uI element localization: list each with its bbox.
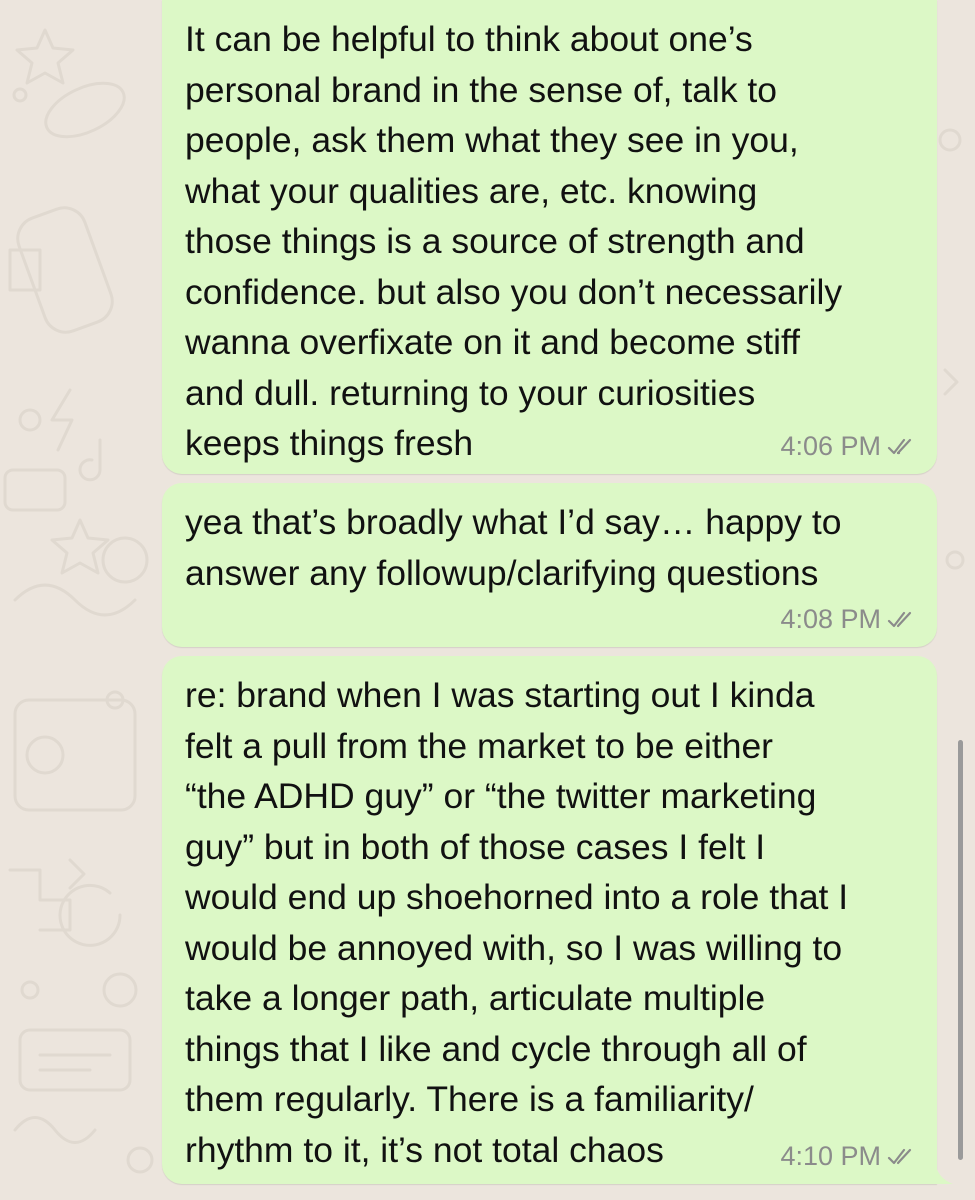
bubble-tail [935,1162,953,1184]
scrollbar[interactable] [958,740,963,1160]
message-list[interactable]: It can be helpful to think about one’s p… [0,0,975,1200]
outgoing-message-bubble[interactable]: yea that’s broadly what I’d say… happy t… [162,483,937,647]
double-check-icon [887,1147,917,1167]
message-timestamp: 4:06 PM [780,431,881,461]
double-check-icon [887,610,917,630]
message-meta: 4:06 PM [780,431,917,462]
message-text: It can be helpful to think about one’s p… [185,19,843,463]
message-text: yea that’s broadly what I’d say… happy t… [185,502,842,593]
double-check-icon [887,437,917,457]
message-text: re: brand when I was starting out I kind… [185,675,849,1170]
outgoing-message-bubble[interactable]: re: brand when I was starting out I kind… [162,656,953,1184]
message-meta: 4:08 PM [780,604,917,635]
message-timestamp: 4:10 PM [780,1141,881,1171]
message-meta: 4:10 PM [780,1141,917,1172]
outgoing-message-bubble[interactable]: It can be helpful to think about one’s p… [162,0,937,474]
message-timestamp: 4:08 PM [780,604,881,634]
